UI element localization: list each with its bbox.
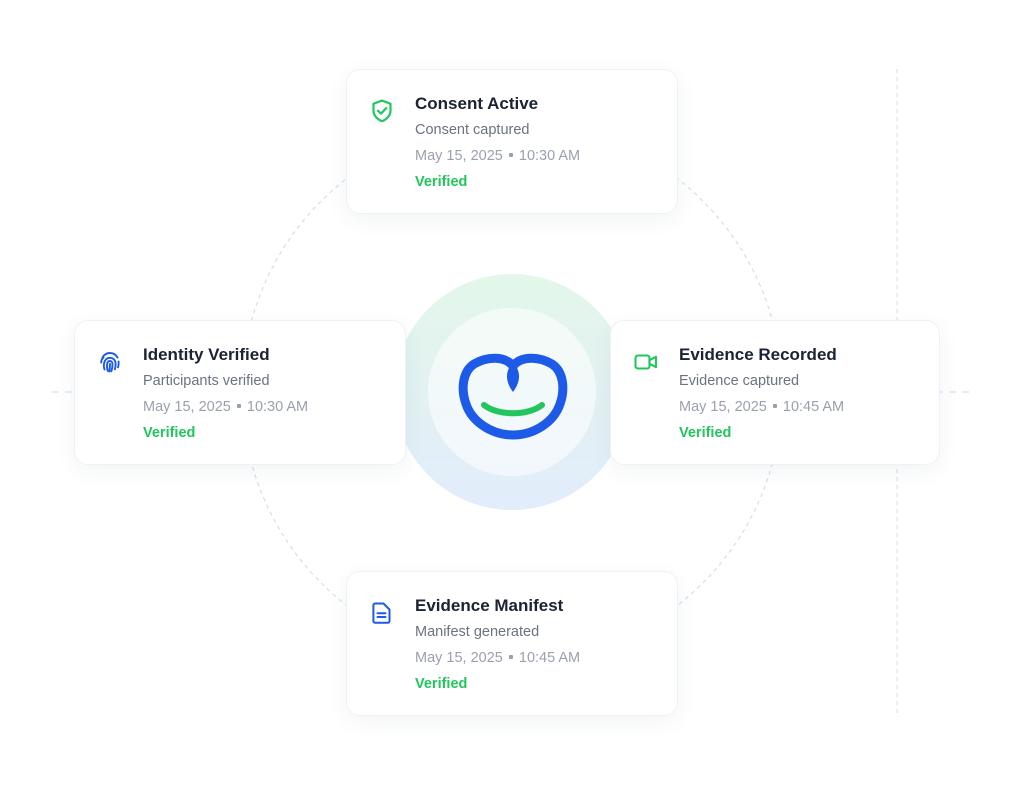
card-date: May 15, 2025 — [143, 399, 231, 415]
status-badge: Verified — [143, 425, 196, 441]
card-date: May 15, 2025 — [415, 650, 503, 666]
card-title: Consent Active — [415, 94, 539, 113]
separator-dot — [508, 153, 513, 158]
card-timestamp: May 15, 2025 10:30 AM — [143, 399, 308, 415]
card-title: Identity Verified — [143, 345, 270, 364]
status-badge: Verified — [415, 676, 468, 692]
identity-status-card[interactable]: Identity Verified Participants verified … — [74, 320, 406, 465]
card-timestamp: May 15, 2025 10:45 AM — [415, 650, 580, 666]
card-date: May 15, 2025 — [679, 399, 767, 415]
evidence-recorded-card[interactable]: Evidence Recorded Evidence captured May … — [610, 320, 940, 465]
status-badge: Verified — [415, 174, 468, 190]
card-timestamp: May 15, 2025 10:45 AM — [679, 399, 844, 415]
shield-check-icon — [369, 98, 395, 124]
card-title: Evidence Recorded — [679, 345, 837, 364]
card-timestamp: May 15, 2025 10:30 AM — [415, 148, 580, 164]
card-subtitle: Participants verified — [143, 373, 270, 389]
document-icon — [369, 600, 395, 626]
status-badge: Verified — [679, 425, 732, 441]
fingerprint-icon — [97, 349, 123, 375]
card-subtitle: Manifest generated — [415, 624, 540, 640]
separator-dot — [508, 655, 513, 660]
card-subtitle: Consent captured — [415, 122, 530, 138]
card-title: Evidence Manifest — [415, 596, 564, 615]
heart-smile-logo-icon — [458, 348, 568, 444]
card-time: 10:45 AM — [518, 650, 581, 666]
card-subtitle: Evidence captured — [679, 373, 800, 389]
card-time: 10:30 AM — [246, 399, 309, 415]
separator-dot — [236, 404, 241, 409]
consent-status-card[interactable]: Consent Active Consent captured May 15, … — [346, 69, 678, 214]
card-date: May 15, 2025 — [415, 148, 503, 164]
evidence-manifest-card[interactable]: Evidence Manifest Manifest generated May… — [346, 571, 678, 716]
card-time: 10:30 AM — [518, 148, 581, 164]
video-camera-icon — [633, 349, 659, 375]
separator-dot — [772, 404, 777, 409]
card-time: 10:45 AM — [782, 399, 845, 415]
